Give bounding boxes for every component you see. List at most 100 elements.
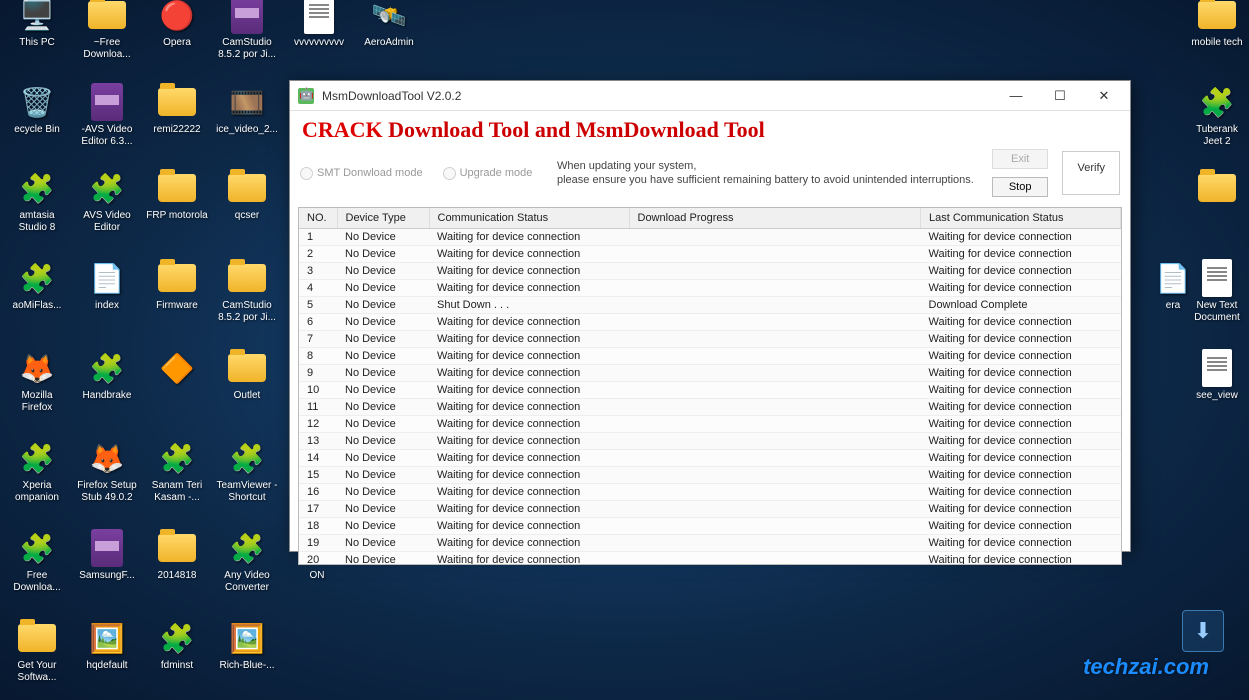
col-progress[interactable]: Download Progress [629,208,921,229]
desktop-icon[interactable]: 🧩TeamViewer - Shortcut [216,438,278,503]
table-row[interactable]: 4No DeviceWaiting for device connectionW… [299,280,1121,297]
titlebar[interactable]: MsmDownloadTool V2.0.2 — ☐ ✕ [290,81,1130,111]
upgrade-mode-radio[interactable]: Upgrade mode [443,167,533,180]
desktop-icon[interactable]: 🧩Handbrake [76,348,138,402]
desktop-icon-label: Xperia ompanion [6,480,68,503]
desktop-icon[interactable]: ~Free Downloa... [76,0,138,60]
table-row[interactable]: 12No DeviceWaiting for device connection… [299,416,1121,433]
desktop-icon[interactable]: 🧩aoMiFlas... [6,258,68,312]
desktop-icon[interactable]: Get Your Softwa... [6,618,68,683]
desktop-icon[interactable]: 🎞️ice_video_2... [216,82,278,136]
cell-comm-status: Waiting for device connection [429,382,629,399]
table-row[interactable]: 20No DeviceWaiting for device connection… [299,552,1121,566]
cell-no: 8 [299,348,337,365]
desktop-icon-label: index [76,300,138,312]
desktop-icon-label: Get Your Softwa... [6,660,68,683]
col-no[interactable]: NO. [299,208,337,229]
upgrade-radio-input[interactable] [443,167,456,180]
desktop-icon[interactable]: 🛰️AeroAdmin [358,0,420,49]
table-row[interactable]: 6No DeviceWaiting for device connectionW… [299,314,1121,331]
desktop-icon-label: Mozilla Firefox [6,390,68,413]
desktop-icon[interactable]: 🧩Tuberank Jeet 2 [1186,82,1248,147]
cell-last-status: Waiting for device connection [921,450,1121,467]
desktop-icon[interactable]: 🖥️This PC [6,0,68,49]
desktop-icon[interactable]: 2014818 [146,528,208,582]
desktop-icon[interactable] [1186,168,1248,210]
desktop-icon[interactable]: 🗑️ecycle Bin [6,82,68,136]
desktop-icon[interactable]: CamStudio 8.5.2 por Ji... [216,0,278,60]
exit-button[interactable]: Exit [992,149,1049,169]
table-row[interactable]: 10No DeviceWaiting for device connection… [299,382,1121,399]
cell-device-type: No Device [337,518,429,535]
col-device-type[interactable]: Device Type [337,208,429,229]
desktop-icon[interactable]: qcser [216,168,278,222]
desktop-icon[interactable]: 🖼️Rich-Blue-... [216,618,278,672]
desktop-icon[interactable]: 🧩Free Downloa... [6,528,68,593]
table-row[interactable]: 13No DeviceWaiting for device connection… [299,433,1121,450]
desktop-icon[interactable]: 🦊Firefox Setup Stub 49.0.2 [76,438,138,503]
table-row[interactable]: 17No DeviceWaiting for device connection… [299,501,1121,518]
cell-progress [629,399,921,416]
col-last-status[interactable]: Last Communication Status [921,208,1121,229]
table-row[interactable]: 18No DeviceWaiting for device connection… [299,518,1121,535]
cell-comm-status: Shut Down . . . [429,297,629,314]
cell-comm-status: Waiting for device connection [429,467,629,484]
desktop-icon[interactable]: -AVS Video Editor 6.3... [76,82,138,147]
desktop-icon[interactable]: 🔶 [146,348,208,390]
device-table-wrap[interactable]: NO. Device Type Communication Status Dow… [298,207,1122,565]
table-row[interactable]: 2No DeviceWaiting for device connectionW… [299,246,1121,263]
smt-mode-radio[interactable]: SMT Donwload mode [300,167,423,180]
cell-comm-status: Waiting for device connection [429,365,629,382]
desktop-icon[interactable]: remi22222 [146,82,208,136]
desktop-icon[interactable]: 🧩Sanam Teri Kasam -... [146,438,208,503]
desktop-icon-label: Sanam Teri Kasam -... [146,480,208,503]
table-row[interactable]: 11No DeviceWaiting for device connection… [299,399,1121,416]
desktop-icon-label: see_view [1186,390,1248,402]
desktop-icon[interactable]: see_view [1186,348,1248,402]
table-row[interactable]: 5No DeviceShut Down . . .Download Comple… [299,297,1121,314]
desktop-icon-label: Outlet [216,390,278,402]
desktop-icon[interactable]: New Text Document [1186,258,1248,323]
cell-comm-status: Waiting for device connection [429,280,629,297]
table-row[interactable]: 14No DeviceWaiting for device connection… [299,450,1121,467]
desktop-icon[interactable]: vvvvvvvvvv [288,0,350,49]
desktop-icon[interactable]: 🔴Opera [146,0,208,49]
table-row[interactable]: 8No DeviceWaiting for device connectionW… [299,348,1121,365]
desktop-icon[interactable]: Outlet [216,348,278,402]
smt-radio-input[interactable] [300,167,313,180]
table-row[interactable]: 19No DeviceWaiting for device connection… [299,535,1121,552]
desktop-icon[interactable]: mobile tech [1186,0,1248,49]
verify-button[interactable]: Verify [1062,151,1120,195]
desktop-icon[interactable]: 🦊Mozilla Firefox [6,348,68,413]
desktop-icon[interactable]: Firmware [146,258,208,312]
desktop-icon-label: Firmware [146,300,208,312]
desktop-icon[interactable]: 🧩AVS Video Editor [76,168,138,233]
desktop-icon-label: mobile tech [1186,37,1248,49]
desktop-icon-label: remi22222 [146,124,208,136]
table-row[interactable]: 15No DeviceWaiting for device connection… [299,467,1121,484]
desktop-icon[interactable]: 🧩fdminst [146,618,208,672]
desktop-icon[interactable]: CamStudio 8.5.2 por Ji... [216,258,278,323]
cell-progress [629,535,921,552]
desktop-icon[interactable]: 🖼️hqdefault [76,618,138,672]
cell-device-type: No Device [337,450,429,467]
cell-last-status: Waiting for device connection [921,484,1121,501]
table-row[interactable]: 7No DeviceWaiting for device connectionW… [299,331,1121,348]
desktop-icon[interactable]: FRP motorola [146,168,208,222]
close-button[interactable]: ✕ [1082,82,1126,110]
stop-button[interactable]: Stop [992,177,1049,197]
table-row[interactable]: 1No DeviceWaiting for device connectionW… [299,229,1121,246]
desktop-icon[interactable]: 🧩Any Video Converter [216,528,278,593]
table-row[interactable]: 3No DeviceWaiting for device connectionW… [299,263,1121,280]
minimize-button[interactable]: — [994,82,1038,110]
desktop-icon[interactable]: 🧩Xperia ompanion [6,438,68,503]
desktop-icon[interactable]: SamsungF... [76,528,138,582]
maximize-button[interactable]: ☐ [1038,82,1082,110]
cell-device-type: No Device [337,280,429,297]
table-row[interactable]: 16No DeviceWaiting for device connection… [299,484,1121,501]
desktop-icon[interactable]: 🧩amtasia Studio 8 [6,168,68,233]
col-comm-status[interactable]: Communication Status [429,208,629,229]
desktop-icon[interactable]: 📄index [76,258,138,312]
table-row[interactable]: 9No DeviceWaiting for device connectionW… [299,365,1121,382]
smt-radio-label: SMT Donwload mode [317,167,423,179]
